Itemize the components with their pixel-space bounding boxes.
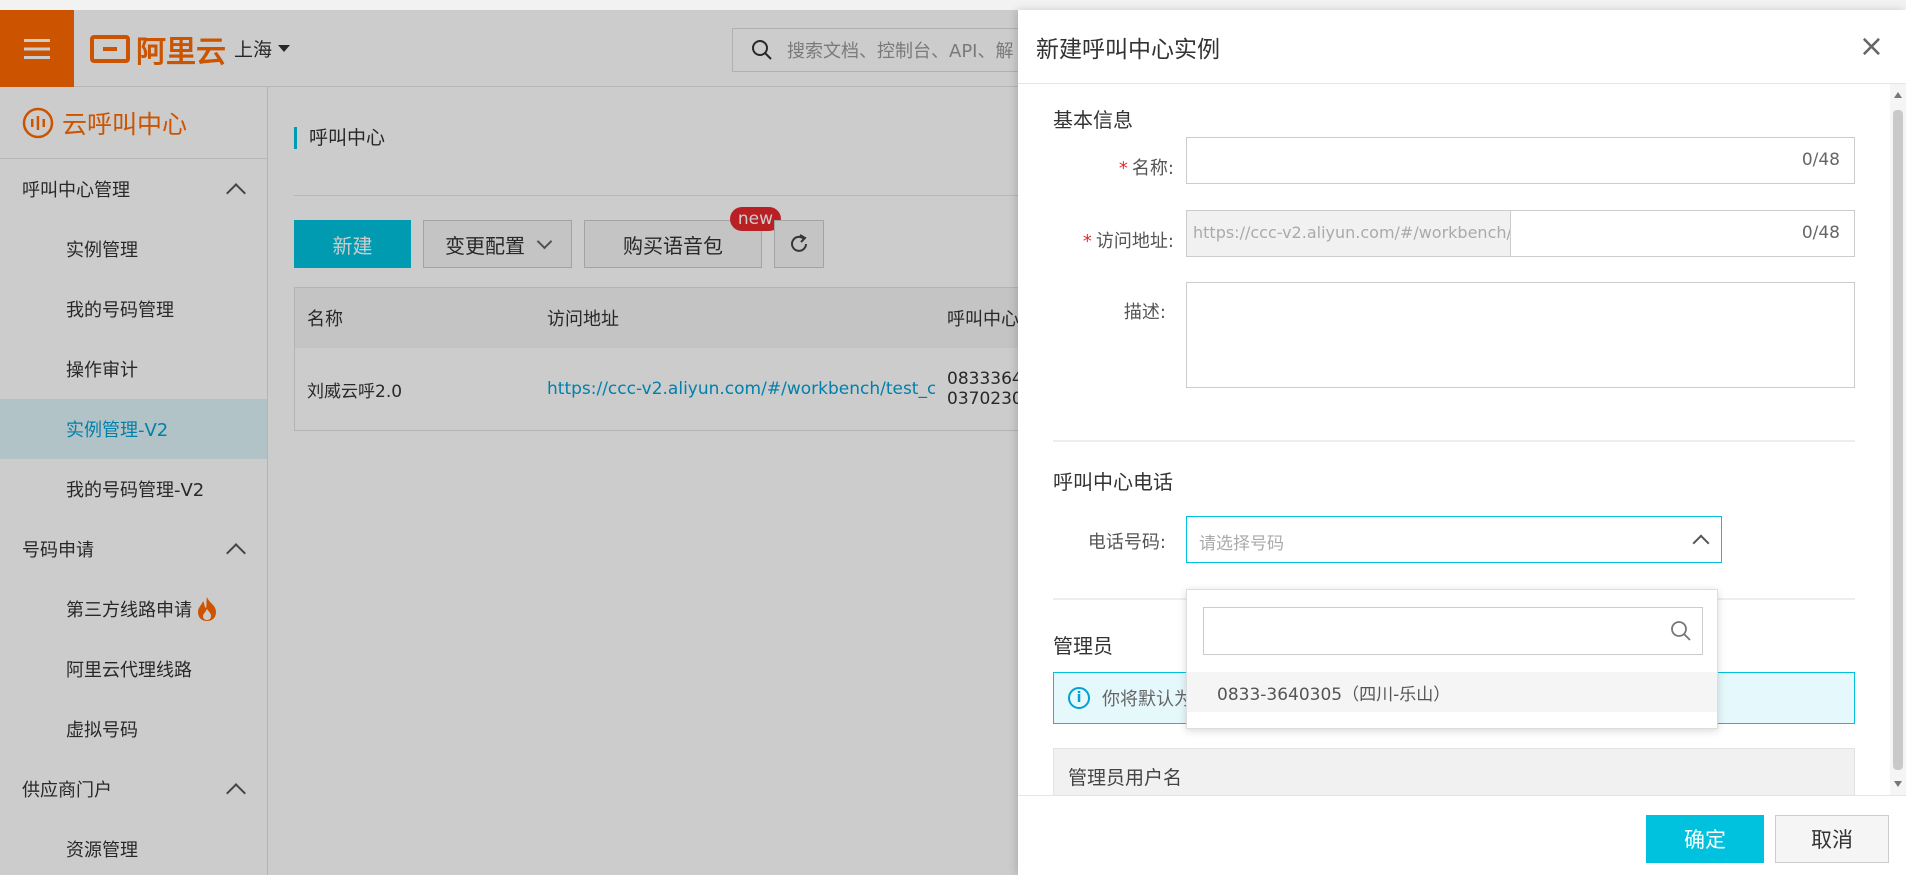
phone-number-label: 电话号码:: [1087, 532, 1166, 553]
url-label-text: 访问地址:: [1095, 231, 1174, 252]
url-char-counter: 0/48: [1801, 223, 1840, 243]
name-input[interactable]: 0/48: [1186, 137, 1855, 184]
section-title-basic: 基本信息: [1053, 108, 1133, 132]
cancel-button[interactable]: 取消: [1775, 815, 1889, 863]
info-icon: i: [1068, 687, 1090, 709]
section-title-admin: 管理员: [1053, 634, 1113, 658]
phone-select-placeholder: 请选择号码: [1199, 534, 1284, 554]
confirm-button[interactable]: 确定: [1646, 815, 1764, 863]
url-suffix-input[interactable]: 0/48: [1510, 210, 1855, 257]
description-label: 描述:: [1123, 302, 1166, 323]
info-alert-text: 你将默认为: [1102, 689, 1192, 710]
drawer-body: 基本信息 * 名称: 0/48 * 访问地址: https://ccc-v2.ali…: [1018, 84, 1906, 795]
description-textarea[interactable]: [1186, 282, 1855, 388]
scroll-down-arrow-icon[interactable]: [1894, 781, 1902, 787]
url-label: * 访问地址:: [1018, 227, 1174, 253]
browser-top-strip: [0, 0, 1906, 10]
phone-number-dropdown: 0833-3640305（四川-乐山）: [1186, 589, 1718, 729]
create-instance-drawer: 新建呼叫中心实例 × 基本信息 * 名称: 0/48 * 访问地址: https:/…: [1018, 10, 1906, 875]
drawer-footer: 确定 取消: [1018, 795, 1906, 875]
required-mark: *: [1082, 231, 1092, 252]
url-prefix-addon: https://ccc-v2.aliyun.com/#/workbench/: [1186, 210, 1511, 257]
chevron-up-icon: [1692, 534, 1710, 552]
name-label: * 名称:: [1018, 154, 1174, 180]
name-label-text: 名称:: [1131, 158, 1174, 179]
drawer-title: 新建呼叫中心实例: [1036, 36, 1220, 63]
section-title-phone: 呼叫中心电话: [1053, 470, 1173, 494]
name-char-counter: 0/48: [1801, 150, 1840, 170]
admin-table-header: 管理员用户名: [1053, 748, 1855, 795]
scroll-up-arrow-icon[interactable]: [1894, 92, 1902, 98]
phone-number-select[interactable]: 请选择号码: [1186, 516, 1722, 563]
modal-backdrop[interactable]: [0, 10, 1018, 875]
close-icon[interactable]: ×: [1859, 31, 1884, 62]
dropdown-option[interactable]: 0833-3640305（四川-乐山）: [1187, 672, 1717, 712]
drawer-scrollbar[interactable]: [1890, 84, 1906, 795]
scrollbar-thumb[interactable]: [1893, 110, 1903, 770]
required-mark: *: [1118, 158, 1128, 179]
drawer-header: 新建呼叫中心实例 ×: [1018, 10, 1906, 84]
search-icon: [1671, 621, 1691, 641]
dropdown-search-input[interactable]: [1203, 607, 1703, 655]
section-divider: [1053, 440, 1855, 442]
